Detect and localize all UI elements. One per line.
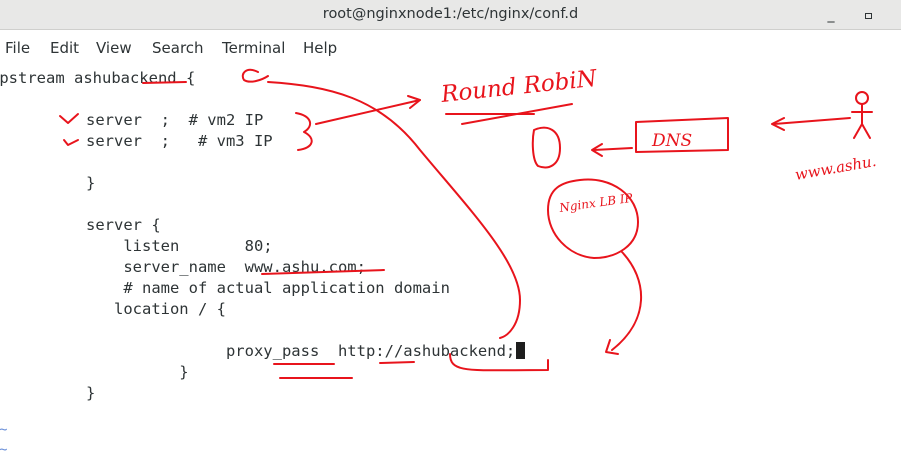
code-line-9: listen 80; [30, 237, 273, 255]
empty-line-marker: ~ [0, 442, 8, 458]
code-line-12: location / { [30, 300, 226, 318]
menu-edit[interactable]: Edit [50, 39, 79, 57]
menu-help[interactable]: Help [303, 39, 337, 57]
window-title: root@nginxnode1:/etc/nginx/conf.d [322, 6, 579, 22]
code-line-14: proxy_pass http://ashubackend; [30, 341, 526, 361]
code-line-16: } [30, 384, 96, 402]
proxy-pass-text: proxy_pass http://ashubackend; [30, 342, 516, 360]
code-line-8: server { [30, 216, 161, 234]
menu-bar: File Edit View Search Terminal Help [0, 36, 901, 62]
minimize-button[interactable]: _ [822, 6, 840, 24]
maximize-button[interactable] [859, 6, 877, 24]
menu-view[interactable]: View [96, 39, 132, 57]
empty-line-marker: ~ [0, 422, 8, 438]
menu-terminal[interactable]: Terminal [222, 39, 285, 57]
code-line-1: upstream ashubackend { [0, 69, 196, 87]
code-line-10: server_name www.ashu.com; [30, 258, 366, 276]
code-line-6: } [30, 174, 96, 192]
code-line-3: server ; # vm2 IP [30, 111, 264, 129]
window-titlebar: root@nginxnode1:/etc/nginx/conf.d _ [0, 0, 901, 30]
menu-file[interactable]: File [5, 39, 30, 57]
maximize-icon [864, 13, 872, 19]
code-line-4: server ; # vm3 IP [30, 132, 273, 150]
code-line-11: # name of actual application domain [30, 279, 450, 297]
text-cursor [516, 342, 526, 359]
code-line-15: } [30, 363, 189, 381]
terminal-area[interactable]: upstream ashubackend { server ; # vm2 IP… [0, 64, 901, 458]
menu-search[interactable]: Search [152, 39, 204, 57]
